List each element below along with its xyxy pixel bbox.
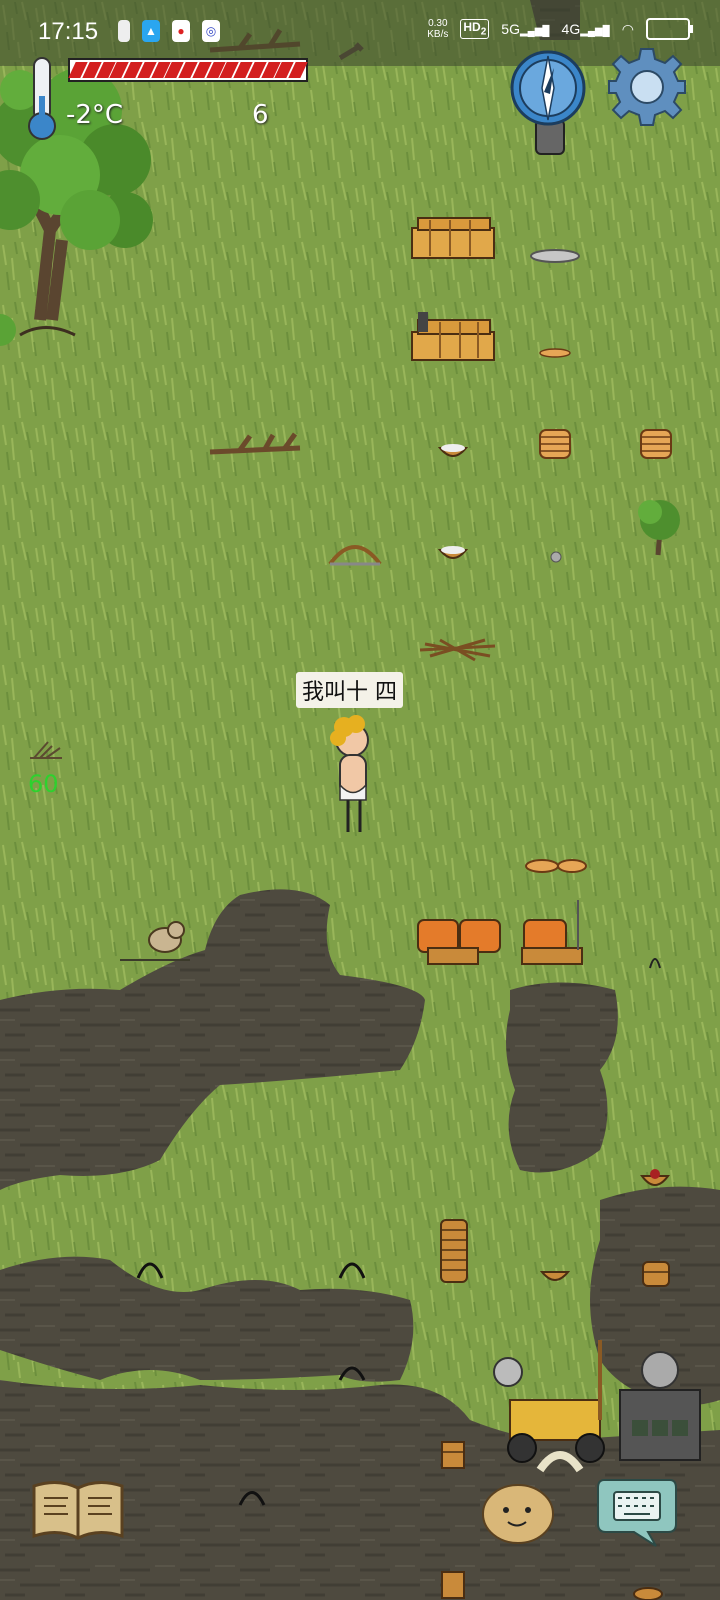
potato-face-icon[interactable] xyxy=(480,1480,556,1546)
network-speed: 0.30 KB/s xyxy=(427,18,448,40)
signal-bars-icon: ▂▄▆█ xyxy=(519,26,550,37)
battery-saver-icon xyxy=(118,20,130,42)
network-speed-unit: KB/s xyxy=(427,29,449,40)
berry-bowl[interactable] xyxy=(633,1587,663,1600)
notification-icons: ▲ ● ◎ xyxy=(118,20,220,42)
hd-label: HD xyxy=(463,20,481,35)
network-speed-value: 0.30 xyxy=(428,18,448,29)
system-indicators: 0.30 KB/s HD2 5G▂▄▆█ 4G▂▄▆█ ◠ xyxy=(427,18,693,40)
qq-icon: ▲ xyxy=(142,20,160,42)
flat-stone[interactable] xyxy=(530,249,580,263)
wifi-icon: ◠ xyxy=(621,20,634,37)
signal-5g-label: 5G xyxy=(501,21,520,37)
hd-sub: 2 xyxy=(480,26,487,38)
dirt-patch xyxy=(506,982,618,1173)
signal-5g: 5G▂▄▆█ xyxy=(501,21,549,37)
battery-icon xyxy=(646,18,693,40)
food-meter xyxy=(68,58,308,82)
app-icon: ◎ xyxy=(202,20,220,42)
temperature-readout: -2°C xyxy=(66,100,124,130)
game-world[interactable] xyxy=(0,0,720,1600)
keyboard-bubble-icon[interactable] xyxy=(596,1476,678,1548)
fps-counter: 60 xyxy=(28,770,59,798)
wooden-box[interactable] xyxy=(411,312,495,361)
signal-bars-icon: ▂▄▆█ xyxy=(580,26,610,37)
wooden-bucket[interactable] xyxy=(441,1441,465,1469)
gear-icon[interactable] xyxy=(606,46,688,128)
plate-stack[interactable] xyxy=(539,429,571,459)
compass-icon[interactable] xyxy=(508,50,588,156)
bowl-stack[interactable] xyxy=(440,1219,468,1283)
age-readout: 6 xyxy=(252,100,269,130)
wooden-box[interactable] xyxy=(411,217,495,259)
signal-4g: 4G▂▄▆█ xyxy=(562,21,610,37)
bowl-stack[interactable] xyxy=(642,1261,670,1287)
player-speech-bubble: 我叫十 四 xyxy=(296,672,403,708)
hd-voice-icon: HD2 xyxy=(460,19,490,39)
clock: 17:15 xyxy=(38,18,99,45)
flint[interactable] xyxy=(550,551,562,563)
signal-4g-label: 4G xyxy=(561,21,581,37)
book-icon[interactable] xyxy=(30,1478,126,1542)
map-app-icon: ● xyxy=(172,20,190,42)
plate-stack[interactable] xyxy=(640,429,672,459)
wooden-bucket[interactable] xyxy=(441,1571,465,1599)
thermometer-icon xyxy=(28,57,56,140)
clay-plate[interactable] xyxy=(539,348,571,358)
